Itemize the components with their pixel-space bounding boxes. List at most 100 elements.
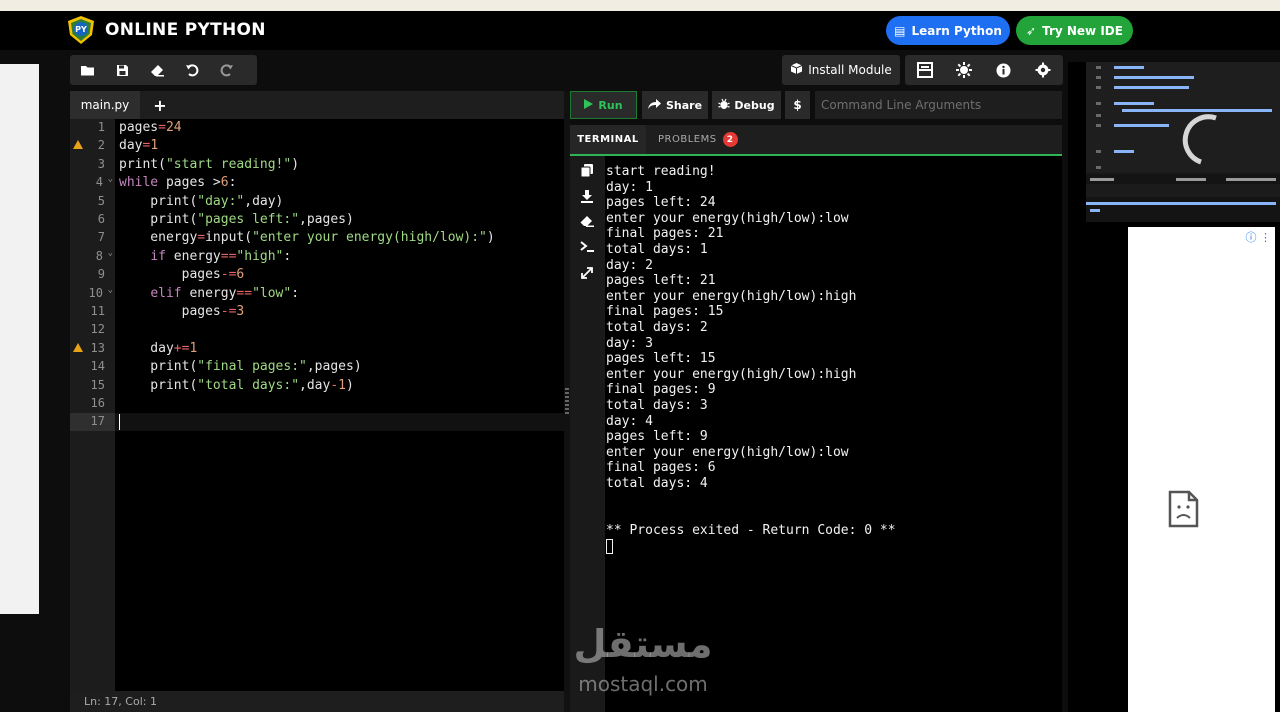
- process-exit-line: ** Process exited - Return Code: 0 **: [606, 523, 896, 538]
- book-icon: ▤: [894, 23, 906, 38]
- save-icon[interactable]: [113, 61, 131, 79]
- learn-python-label: Learn Python: [911, 23, 1002, 38]
- problems-label: PROBLEMS: [658, 134, 717, 145]
- terminal-line: day: 3: [606, 335, 653, 351]
- settings-icon[interactable]: [1034, 61, 1052, 79]
- shell-dollar-button[interactable]: $: [785, 91, 810, 119]
- undo-icon[interactable]: [183, 61, 201, 79]
- line-number: 5: [97, 193, 105, 208]
- splitter-handle-icon[interactable]: [565, 388, 569, 416]
- share-button[interactable]: Share: [642, 91, 708, 119]
- share-arrow-icon: [647, 98, 661, 112]
- gear-sun-icon[interactable]: [955, 61, 973, 79]
- redo-icon[interactable]: [218, 61, 236, 79]
- terminal-line: start reading!: [606, 164, 716, 179]
- code-line[interactable]: print("start reading!"): [119, 156, 299, 174]
- terminal-line: day: 4: [606, 413, 653, 429]
- code-editor[interactable]: 1 2 3 4 ⌄ 5 6 7 8 ⌄ 9 10 ⌄ 11 12 13 14 15 1…: [70, 119, 564, 691]
- eraser-icon[interactable]: [148, 61, 166, 79]
- terminal-line: total days: 4: [606, 476, 708, 491]
- line-number: 1: [97, 120, 105, 134]
- terminal-line: pages left: 21: [606, 273, 716, 289]
- code-line[interactable]: print("pages left:",pages): [119, 211, 354, 229]
- info-icon[interactable]: [995, 61, 1013, 79]
- code-line[interactable]: day=1: [119, 137, 158, 155]
- terminal-line: enter your energy(high/low):high: [606, 366, 857, 382]
- tab-terminal[interactable]: TERMINAL: [570, 125, 646, 154]
- code-line[interactable]: if energy=="high":: [119, 248, 291, 266]
- line-number: 12: [90, 322, 105, 337]
- terminal-line: enter your energy(high/low):low: [606, 210, 849, 226]
- download-icon[interactable]: [579, 188, 595, 204]
- debug-button[interactable]: Debug: [712, 91, 781, 119]
- text-caret: [119, 414, 120, 430]
- code-line[interactable]: pages-=6: [119, 266, 245, 284]
- terminal-line: enter your energy(high/low):low: [606, 444, 849, 460]
- video-thumbnail[interactable]: [1086, 62, 1280, 222]
- advertisement-frame[interactable]: ⓘ ⋮: [1128, 227, 1275, 712]
- fold-chevron-icon[interactable]: ⌄: [108, 248, 113, 258]
- folder-open-icon[interactable]: [78, 61, 96, 79]
- code-line[interactable]: print("total days:",day-1): [119, 377, 354, 395]
- terminal-line: day: 2: [606, 257, 653, 273]
- terminal-line: total days: 3: [606, 398, 708, 413]
- editor-tabs: main.py +: [70, 91, 564, 119]
- line-number: 6: [97, 212, 105, 226]
- line-number: 4 ⌄: [95, 174, 113, 190]
- code-line[interactable]: energy=input("enter your energy(high/low…: [119, 229, 494, 247]
- copy-icon[interactable]: [579, 162, 595, 178]
- warning-icon[interactable]: [73, 140, 83, 150]
- code-line[interactable]: day+=1: [119, 340, 197, 358]
- terminal-line: total days: 1: [606, 242, 708, 257]
- file-toolbar: [70, 55, 257, 85]
- terminal-cursor: [606, 539, 613, 554]
- fold-chevron-icon[interactable]: ⌄: [108, 174, 113, 184]
- command-line-arguments-input[interactable]: [815, 91, 1062, 119]
- add-tab-button[interactable]: +: [150, 91, 170, 119]
- active-line-highlight: [115, 413, 564, 431]
- install-module-label: Install Module: [808, 63, 892, 77]
- code-line[interactable]: pages-=3: [119, 303, 245, 321]
- share-label: Share: [665, 98, 703, 112]
- broken-page-icon: [1168, 490, 1199, 528]
- run-button[interactable]: Run: [570, 91, 637, 119]
- line-number: 7: [97, 230, 105, 245]
- expand-icon[interactable]: [579, 265, 595, 281]
- settings-toolbar: [905, 55, 1063, 85]
- code-line[interactable]: while pages >6:: [119, 174, 236, 192]
- brand-title[interactable]: ONLINE PYTHON: [105, 20, 266, 40]
- learn-python-button[interactable]: ▤ Learn Python: [886, 16, 1010, 45]
- line-number: 17: [70, 413, 115, 431]
- tab-main-py[interactable]: main.py: [70, 91, 140, 119]
- watermark-latin: mostaql.com: [578, 672, 708, 696]
- terminal-line: final pages: 21: [606, 226, 724, 242]
- watermark-arabic: مستقل: [573, 622, 713, 666]
- try-new-ide-button[interactable]: ➶ Try New IDE: [1016, 16, 1133, 45]
- code-line[interactable]: print("final pages:",pages): [119, 358, 361, 376]
- line-number: 11: [90, 304, 105, 318]
- line-number: 13: [70, 340, 115, 358]
- terminal-prompt-icon[interactable]: [579, 239, 595, 255]
- tab-problems[interactable]: PROBLEMS 2: [658, 125, 738, 154]
- terminal-line: pages left: 9: [606, 429, 708, 445]
- code-line[interactable]: print("day:",day): [119, 193, 283, 211]
- terminal-line: pages left: 15: [606, 351, 716, 367]
- clear-eraser-icon[interactable]: [579, 213, 595, 229]
- line-number: 3: [97, 156, 105, 171]
- line-number: 10 ⌄: [88, 284, 113, 300]
- fold-chevron-icon[interactable]: ⌄: [108, 285, 113, 295]
- code-line[interactable]: elif energy=="low":: [119, 285, 299, 303]
- code-line[interactable]: pages=24: [119, 119, 182, 137]
- install-module-button[interactable]: Install Module: [782, 55, 900, 85]
- line-number: 16: [90, 396, 105, 410]
- line-number: 8 ⌄: [95, 247, 113, 263]
- layout-icon[interactable]: [916, 61, 934, 79]
- logo-icon[interactable]: PY: [66, 15, 96, 45]
- left-page-strip: [0, 64, 39, 614]
- editor-status-bar: Ln: 17, Col: 1: [70, 691, 564, 712]
- warning-icon[interactable]: [73, 342, 83, 352]
- ad-info-icon[interactable]: ⓘ ⋮: [1246, 229, 1272, 245]
- run-toolbar: Run Share Debug $: [570, 91, 1062, 119]
- line-number: 2: [70, 137, 115, 155]
- play-icon: [584, 98, 594, 112]
